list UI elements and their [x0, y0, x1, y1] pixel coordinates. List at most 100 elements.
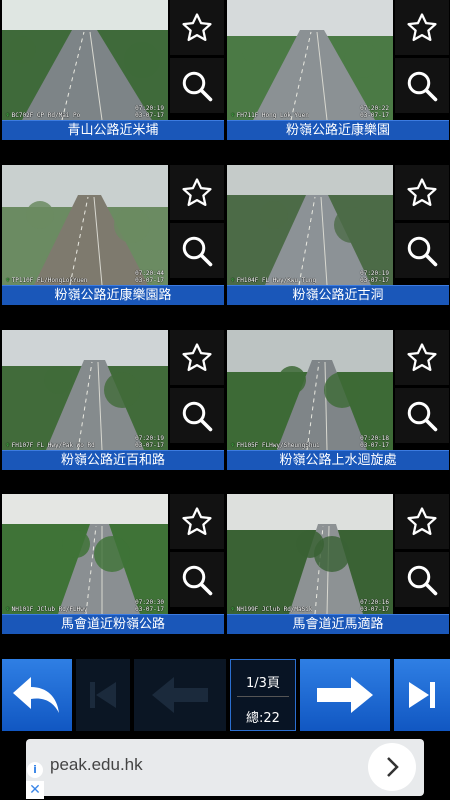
favorite-button[interactable] [395, 165, 449, 220]
camera-location-label[interactable]: 粉嶺公路近古洞 [227, 285, 449, 305]
favorite-button[interactable] [170, 165, 224, 220]
favorite-button[interactable] [395, 330, 449, 385]
camera-snapshot[interactable]: ♆ FH711F Hong Lok Yuen 07:20:22 03-07-17 [227, 0, 393, 120]
camera-card: ♆ NH101F JClub Rd/FLHwy 07:20:30 03-07-17 … [2, 494, 224, 634]
camera-grid: ♆ BC702F CP Rd/Mai Po 07:20:19 03-07-17 青山… [0, 0, 450, 650]
search-icon [182, 71, 213, 101]
skip-to-start-icon [90, 682, 116, 708]
arrow-right-icon [317, 677, 373, 713]
camera-id: BC702F CP Rd/Mai Po [11, 112, 81, 119]
camera-caption: ♆ FH104F FL Hwy/Kwu Tung 07:20:19 03-07-17 [231, 270, 391, 284]
chevron-right-icon [387, 757, 399, 777]
camera-location-label[interactable]: 粉嶺公路近百和路 [2, 450, 224, 470]
camera-card: ♆ NH199F JClub Rd/MaSik 07:20:16 03-07-17 … [227, 494, 449, 634]
camera-caption: ♆ NH101F JClub Rd/FLHwy 07:20:30 03-07-17 [6, 599, 166, 613]
favorite-button[interactable] [395, 0, 449, 55]
zoom-button[interactable] [170, 58, 224, 113]
favorite-button[interactable] [170, 0, 224, 55]
zoom-button[interactable] [395, 223, 449, 278]
camera-card: ♆ BC702F CP Rd/Mai Po 07:20:19 03-07-17 青山… [2, 0, 224, 140]
next-page-button[interactable] [300, 659, 390, 731]
zoom-button[interactable] [170, 388, 224, 443]
camera-timestamp: 07:20:18 03-07-17 [360, 435, 389, 449]
camera-card: ♆ FH104F FL Hwy/Kwu Tung 07:20:19 03-07-17… [227, 165, 449, 305]
td-logo-icon: ♆ [231, 277, 235, 284]
camera-snapshot[interactable]: ♆ FH107F FL Hwy/Pak Wo Rd 07:20:19 03-07-1… [2, 330, 168, 450]
search-icon [407, 236, 438, 266]
search-icon [407, 565, 438, 595]
camera-snapshot[interactable]: ♆ NH199F JClub Rd/MaSik 07:20:16 03-07-17 [227, 494, 393, 614]
favorite-button[interactable] [170, 494, 224, 549]
td-logo-icon: ♆ [6, 606, 10, 613]
star-icon [407, 12, 437, 41]
last-page-button[interactable] [394, 659, 450, 731]
star-icon [407, 342, 437, 371]
td-logo-icon: ♆ [6, 277, 10, 284]
camera-caption: ♆ FH107F FL Hwy/Pak Wo Rd 07:20:19 03-07-1… [6, 435, 166, 449]
td-logo-icon: ♆ [6, 442, 10, 449]
camera-location-label[interactable]: 青山公路近米埔 [2, 120, 224, 140]
ad-info-icon[interactable]: i [27, 762, 43, 778]
bottom-toolbar: 1/3頁 總:22 [0, 655, 450, 735]
page-indicator: 1/3頁 總:22 [230, 659, 296, 731]
first-page-button[interactable] [76, 659, 130, 731]
pager-divider [237, 696, 289, 697]
zoom-button[interactable] [395, 552, 449, 607]
star-icon [182, 177, 212, 206]
camera-snapshot[interactable]: ♆ NH101F JClub Rd/FLHwy 07:20:30 03-07-17 [2, 494, 168, 614]
zoom-button[interactable] [170, 223, 224, 278]
search-icon [407, 71, 438, 101]
undo-arrow-icon [13, 677, 59, 713]
camera-location-label[interactable]: 粉嶺公路近康樂園路 [2, 285, 224, 305]
ad-banner[interactable]: peak.edu.hk [26, 739, 424, 796]
camera-card: ♆ TP110F FL/HongLokYuen 07:20:44 03-07-17 … [2, 165, 224, 305]
favorite-button[interactable] [170, 330, 224, 385]
previous-page-button[interactable] [134, 659, 226, 731]
search-icon [182, 565, 213, 595]
camera-timestamp: 07:20:44 03-07-17 [135, 270, 164, 284]
zoom-button[interactable] [170, 552, 224, 607]
ad-close-button[interactable]: ✕ [26, 781, 44, 799]
zoom-button[interactable] [395, 388, 449, 443]
star-icon [182, 342, 212, 371]
camera-location-label[interactable]: 粉嶺公路上水迴旋處 [227, 450, 449, 470]
camera-location-label[interactable]: 馬會道近馬適路 [227, 614, 449, 634]
camera-card: ♆ FH711F Hong Lok Yuen 07:20:22 03-07-17 粉… [227, 0, 449, 140]
td-logo-icon: ♆ [231, 606, 235, 613]
td-logo-icon: ♆ [231, 442, 235, 449]
camera-snapshot[interactable]: ♆ BC702F CP Rd/Mai Po 07:20:19 03-07-17 [2, 0, 168, 120]
page-number: 1/3頁 [246, 676, 280, 691]
camera-snapshot[interactable]: ♆ TP110F FL/HongLokYuen 07:20:44 03-07-17 [2, 165, 168, 285]
camera-timestamp: 07:20:19 03-07-17 [135, 435, 164, 449]
favorite-button[interactable] [395, 494, 449, 549]
td-logo-icon: ♆ [6, 112, 10, 119]
ad-text: peak.edu.hk [50, 755, 143, 774]
camera-caption: ♆ TP110F FL/HongLokYuen 07:20:44 03-07-17 [6, 270, 166, 284]
star-icon [407, 177, 437, 206]
camera-timestamp: 07:20:19 03-07-17 [135, 105, 164, 119]
ad-open-button[interactable] [368, 743, 416, 791]
camera-id: FH104F FL Hwy/Kwu Tung [236, 277, 317, 284]
search-icon [407, 401, 438, 431]
camera-id: FH107F FL Hwy/Pak Wo Rd [11, 442, 95, 449]
camera-location-label[interactable]: 粉嶺公路近康樂園 [227, 120, 449, 140]
camera-snapshot[interactable]: ♆ FH104F FL Hwy/Kwu Tung 07:20:19 03-07-17 [227, 165, 393, 285]
camera-card: ♆ FH105F FLHwy/SheungShui 07:20:18 03-07-1… [227, 330, 449, 470]
arrow-left-icon [152, 677, 208, 713]
back-button[interactable] [2, 659, 72, 731]
camera-caption: ♆ BC702F CP Rd/Mai Po 07:20:19 03-07-17 [6, 105, 166, 119]
search-icon [182, 236, 213, 266]
skip-to-end-icon [409, 682, 435, 708]
camera-id: TP110F FL/HongLokYuen [11, 277, 88, 284]
zoom-button[interactable] [395, 58, 449, 113]
camera-id: NH101F JClub Rd/FLHwy [11, 606, 88, 613]
camera-timestamp: 07:20:16 03-07-17 [360, 599, 389, 613]
star-icon [182, 12, 212, 41]
camera-timestamp: 07:20:30 03-07-17 [135, 599, 164, 613]
camera-timestamp: 07:20:22 03-07-17 [360, 105, 389, 119]
camera-location-label[interactable]: 馬會道近粉嶺公路 [2, 614, 224, 634]
camera-card: ♆ FH107F FL Hwy/Pak Wo Rd 07:20:19 03-07-1… [2, 330, 224, 470]
camera-snapshot[interactable]: ♆ FH105F FLHwy/SheungShui 07:20:18 03-07-1… [227, 330, 393, 450]
camera-caption: ♆ FH105F FLHwy/SheungShui 07:20:18 03-07-1… [231, 435, 391, 449]
star-icon [182, 506, 212, 535]
